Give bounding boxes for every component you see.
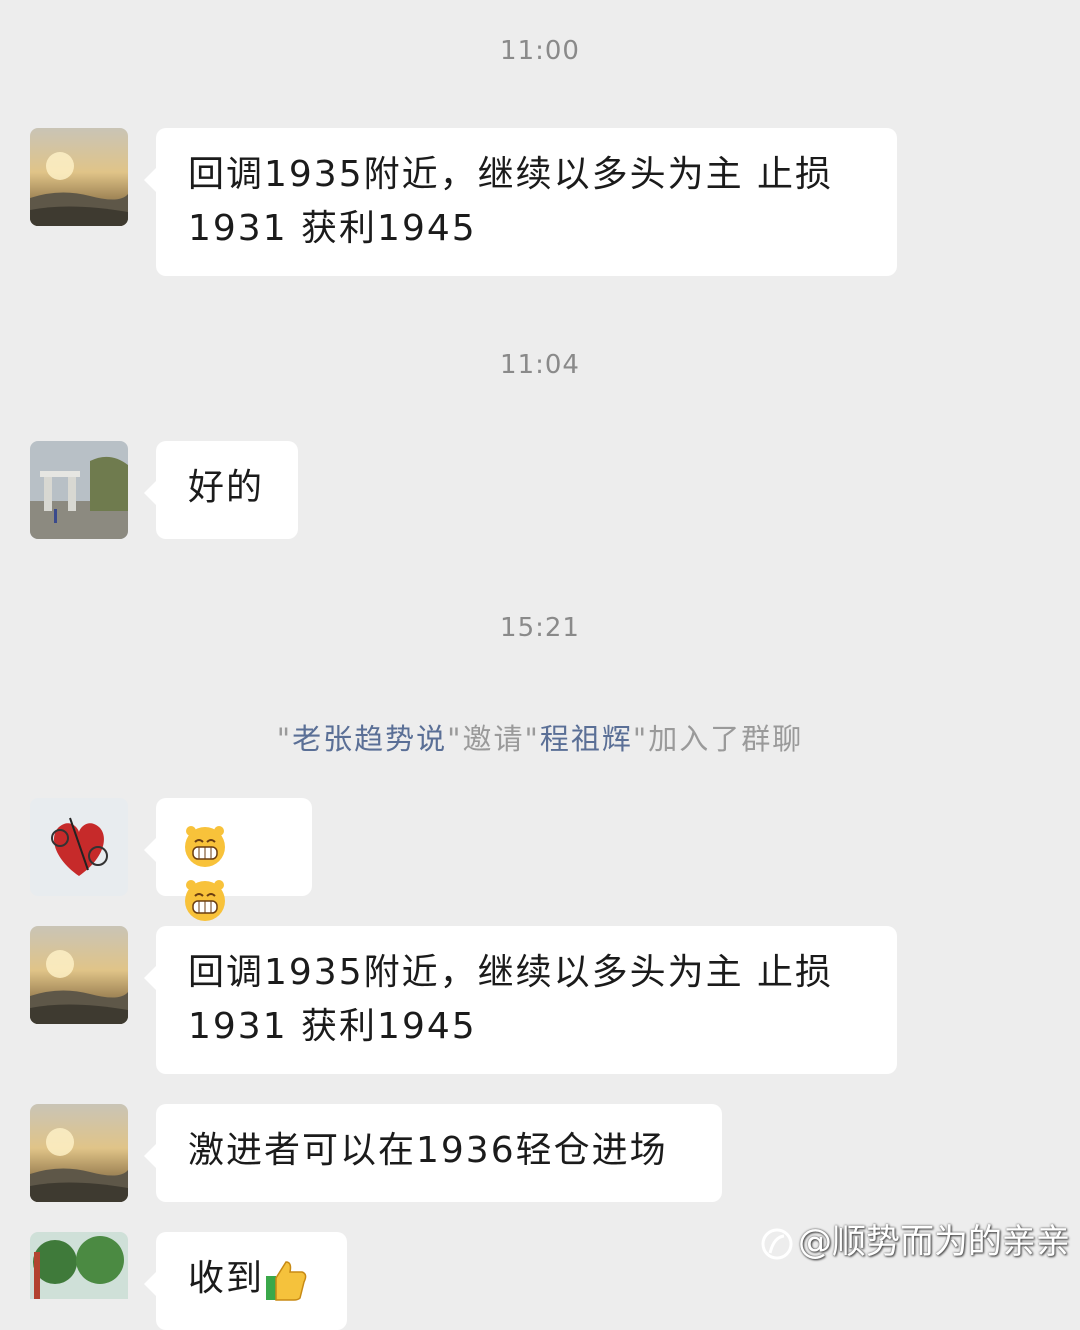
message-text: 回调1935附近，继续以多头为主 止损 — [188, 154, 834, 195]
timestamp: 11:00 — [500, 36, 580, 66]
trees-avatar-image — [30, 1232, 128, 1299]
message-text: 1931 获利1945 — [188, 208, 477, 249]
avatar[interactable] — [30, 1232, 128, 1299]
timestamp: 15:21 — [500, 613, 580, 643]
sunset-avatar-image — [30, 1104, 128, 1202]
avatar[interactable] — [30, 926, 128, 1024]
invitee-name[interactable]: 程祖辉 — [540, 722, 633, 756]
message-bubble[interactable] — [144, 798, 312, 921]
timestamp: 11:04 — [500, 350, 580, 380]
message-text: 好的 — [188, 467, 265, 508]
gate-avatar-image — [30, 441, 128, 539]
avatar[interactable] — [30, 441, 128, 539]
notice-text: "邀请" — [447, 722, 540, 756]
avatar[interactable] — [30, 128, 128, 226]
grinning-emoji — [182, 878, 230, 921]
thumbs-up-icon — [266, 1261, 307, 1301]
notice-text: "加入了群聊 — [632, 722, 804, 756]
watermark-text: @顺势而为的亲亲 — [798, 1222, 1070, 1262]
inviter-name[interactable]: 老张趋势说 — [292, 722, 447, 756]
system-notice: "老张趋势说"邀请"程祖辉"加入了群聊 — [0, 716, 1080, 758]
message-bubble[interactable]: 激进者可以在1936轻仓进场 — [144, 1104, 722, 1202]
brand-logo-icon — [761, 1228, 793, 1259]
message-text: 回调1935附近，继续以多头为主 止损 — [188, 952, 834, 993]
sunset-avatar-image — [30, 926, 128, 1024]
message-bubble[interactable]: 回调1935附近，继续以多头为主 止损 1931 获利1945 — [144, 926, 897, 1074]
avatar[interactable] — [30, 798, 128, 896]
quote-mark: " — [276, 722, 293, 756]
message-text: 收到 — [188, 1258, 265, 1299]
message-text: 1931 获利1945 — [188, 1006, 477, 1047]
message-bubble[interactable]: 好的 — [144, 441, 298, 539]
heart-avatar-image — [30, 798, 128, 896]
avatar[interactable] — [30, 1104, 128, 1202]
sunset-avatar-image — [30, 128, 128, 226]
grinning-emoji — [182, 824, 230, 867]
watermark: @顺势而为的亲亲 — [760, 1214, 1070, 1263]
message-bubble[interactable]: 回调1935附近，继续以多头为主 止损 1931 获利1945 — [144, 128, 897, 276]
message-text: 激进者可以在1936轻仓进场 — [188, 1130, 668, 1171]
message-bubble[interactable]: 收到 — [144, 1232, 347, 1330]
